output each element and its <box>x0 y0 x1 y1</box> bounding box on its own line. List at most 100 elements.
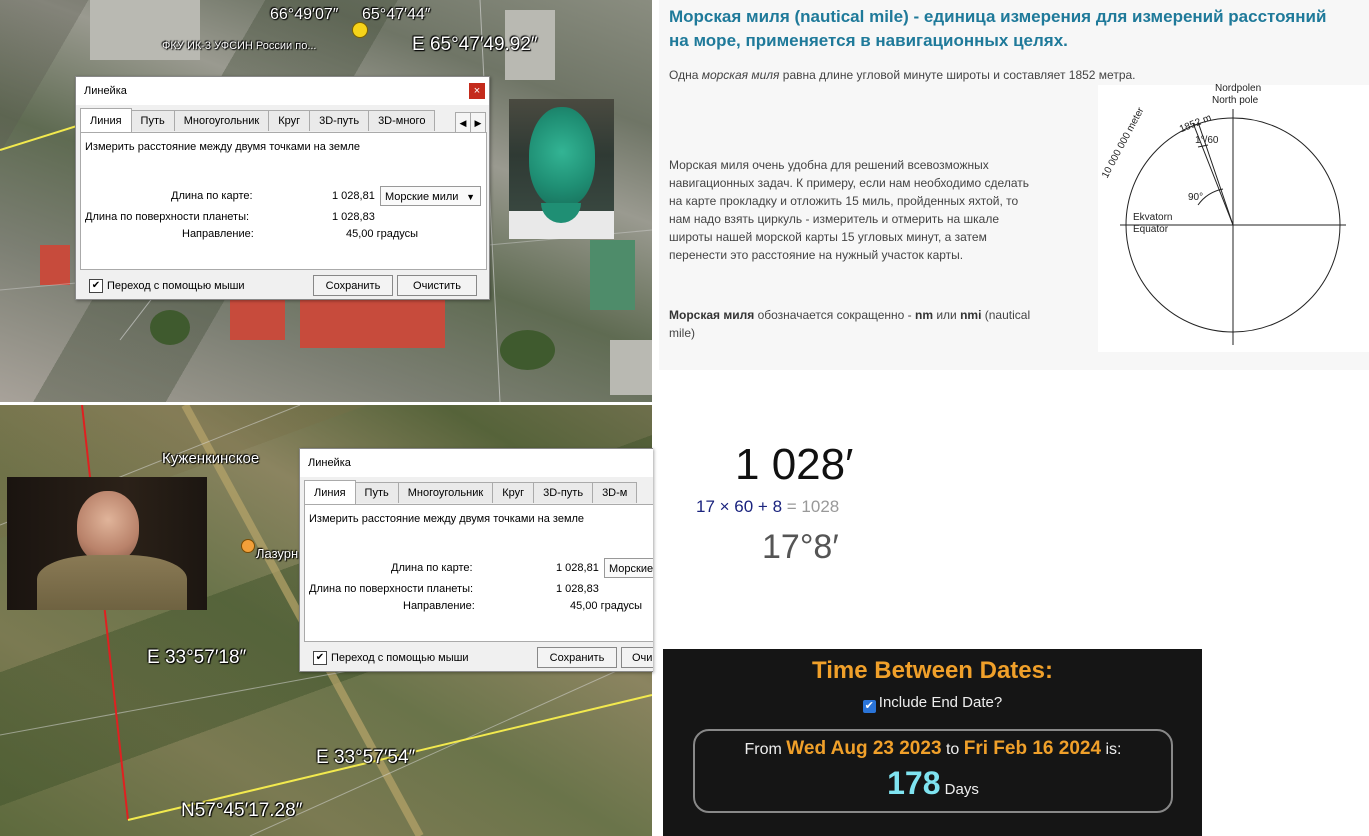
text: или <box>933 308 961 322</box>
text: Морская миля <box>669 308 755 322</box>
grid-line <box>249 654 652 836</box>
paragraph-abbreviation: Морская миля обозначается сокращенно - n… <box>669 306 1099 342</box>
surface-length-value: 1 028,83 <box>556 583 599 595</box>
tab-line[interactable]: Линия <box>80 108 132 132</box>
to-date: Fri Feb 16 2024 <box>963 738 1102 759</box>
description: Измерить расстояние между двумя точками … <box>309 513 585 525</box>
coordinate-label: E 33°57′54″ <box>316 747 416 768</box>
tab-3d-path[interactable]: 3D-путь <box>309 110 370 131</box>
tab-3d-polygon[interactable]: 3D-м <box>592 482 638 503</box>
surface-length-value: 1 028,83 <box>332 211 375 223</box>
pushpin-icon[interactable] <box>352 22 368 38</box>
map-length-label: Длина по карте: <box>171 190 253 202</box>
date-range: From Wed Aug 23 2023 to Fri Feb 16 2024 … <box>695 738 1171 760</box>
place-label[interactable]: Куженкинское <box>162 450 259 467</box>
portrait-photo <box>7 477 207 610</box>
tab-panel: Измерить расстояние между двумя точками … <box>304 504 653 642</box>
save-button[interactable]: Сохранить <box>313 275 393 296</box>
text: морская миля <box>701 68 780 82</box>
equator-label: Equator <box>1133 224 1169 235</box>
nautical-mile-article: Морская миля (nautical mile) - единица и… <box>659 0 1369 370</box>
tab-bar: Линия Путь Многоугольник Круг 3D-путь 3D… <box>80 108 436 132</box>
tab-3d-path[interactable]: 3D-путь <box>533 482 594 503</box>
text: nmi <box>960 308 982 322</box>
tab-panel: Измерить расстояние между двумя точками … <box>80 132 487 270</box>
mouse-nav-checkbox[interactable]: ✔ <box>89 279 103 293</box>
dialog-title: Линейка <box>308 457 351 469</box>
portrait-photo <box>509 99 614 239</box>
time-between-dates-widget: Time Between Dates: ✔ Include End Date? F… <box>663 649 1202 836</box>
paragraph-definition: Одна морская миля равна длине угловой ми… <box>669 66 1136 84</box>
include-end-checkbox[interactable]: ✔ <box>862 700 876 713</box>
tab-scroll-left-icon[interactable]: ◀ <box>455 112 471 134</box>
direction-label: Направление: <box>182 228 254 240</box>
map-length-label: Длина по карте: <box>391 562 473 574</box>
text-line: нам надо взять циркуль - измеритель и от… <box>669 212 999 226</box>
tab-line[interactable]: Линия <box>304 480 356 504</box>
location-pin-icon[interactable] <box>241 539 255 553</box>
tab-3d-polygon[interactable]: 3D-много <box>368 110 436 131</box>
nautical-mile-diagram: Nordpolen North pole 10 000 000 meter 18… <box>1098 83 1369 352</box>
tab-circle[interactable]: Круг <box>268 110 311 131</box>
tab-polygon[interactable]: Многоугольник <box>397 482 494 503</box>
dialog-titlebar[interactable]: Линейка × <box>76 77 489 105</box>
place-label[interactable]: Лазурн <box>256 546 298 561</box>
save-button[interactable]: Сохранить <box>537 647 617 668</box>
days-value: 178 <box>887 765 941 801</box>
jacket <box>37 555 187 610</box>
coordinate-label: 66°49′07″ <box>270 6 339 23</box>
article-title: Морская миля (nautical mile) - единица и… <box>669 7 1327 50</box>
text-line: навигационных задач. К примеру, если нам… <box>669 176 1029 190</box>
text: Одна <box>669 68 702 82</box>
coordinate-label: E 33°57′18″ <box>147 647 247 668</box>
face <box>77 491 139 563</box>
text-line: Морская миля очень удобна для решений вс… <box>669 158 989 172</box>
clear-button[interactable]: Очистить <box>397 275 477 296</box>
direction-value: 45,00 градусы <box>570 600 643 612</box>
coordinate-label: 65°47′44″ <box>362 6 431 23</box>
tab-circle[interactable]: Круг <box>492 482 535 503</box>
text-line: широты нашей морской карты 15 угловых ми… <box>669 230 987 244</box>
text-line: mile) <box>669 326 695 340</box>
include-end-row: ✔ Include End Date? <box>663 694 1202 713</box>
include-end-label: Include End Date? <box>878 694 1003 711</box>
measure-line <box>0 124 81 151</box>
tab-path[interactable]: Путь <box>130 110 175 131</box>
mouse-nav-checkbox[interactable]: ✔ <box>313 651 327 665</box>
measure-line-red <box>81 405 129 821</box>
tab-path[interactable]: Путь <box>354 482 399 503</box>
equals-value: = 1028 <box>782 497 840 516</box>
units-dropdown[interactable]: Морские <box>604 558 653 578</box>
nordpolen-label: Nordpolen <box>1215 83 1262 94</box>
ruler-dialog[interactable]: Линейка × Линия Путь Многоугольник Круг … <box>75 76 490 300</box>
tab-polygon[interactable]: Многоугольник <box>173 110 270 131</box>
tab-scroll-right-icon[interactable]: ▶ <box>470 112 486 134</box>
units-dropdown[interactable]: Морские мили ▼ <box>380 186 481 206</box>
surface-length-label: Длина по поверхности планеты: <box>85 211 250 223</box>
clear-button[interactable]: Очи <box>621 647 653 668</box>
from-label: From <box>744 741 787 758</box>
face <box>529 107 595 207</box>
conversion-expression: 17 × 60 + 8 = 1028 <box>696 497 839 517</box>
coordinate-label: E 65°47′49.92″ <box>412 34 538 55</box>
dialog-titlebar[interactable]: Линейка <box>300 449 653 477</box>
paragraph-usage: Морская миля очень удобна для решений вс… <box>669 156 1029 264</box>
text-line: на карте прокладку и отложить 15 миль, п… <box>669 194 1019 208</box>
ruler-dialog[interactable]: Линейка Линия Путь Многоугольник Круг 3D… <box>299 448 653 672</box>
place-label[interactable]: ФКУ ИК-3 УФСИН России по... <box>162 40 316 52</box>
north-pole-label: North pole <box>1212 95 1259 106</box>
units-value: Морские мили <box>385 191 459 203</box>
chevron-down-icon: ▼ <box>466 192 475 202</box>
degrees-minutes-result: 17°8′ <box>762 528 839 566</box>
map-length-value: 1 028,81 <box>332 190 375 202</box>
text: равна длине угловой минуте широты и сост… <box>779 68 1136 82</box>
map-length-value: 1 028,81 <box>556 562 599 574</box>
dialog-title: Линейка <box>84 85 127 97</box>
description: Измерить расстояние между двумя точками … <box>85 141 361 153</box>
close-icon[interactable]: × <box>469 83 485 99</box>
angle-label: 90° <box>1188 192 1204 203</box>
mouse-nav-label: Переход с помощью мыши <box>331 652 469 664</box>
days-result: 178 Days <box>695 765 1171 802</box>
widget-title: Time Between Dates: <box>812 657 1053 684</box>
mouse-nav-label: Переход с помощью мыши <box>107 280 245 292</box>
